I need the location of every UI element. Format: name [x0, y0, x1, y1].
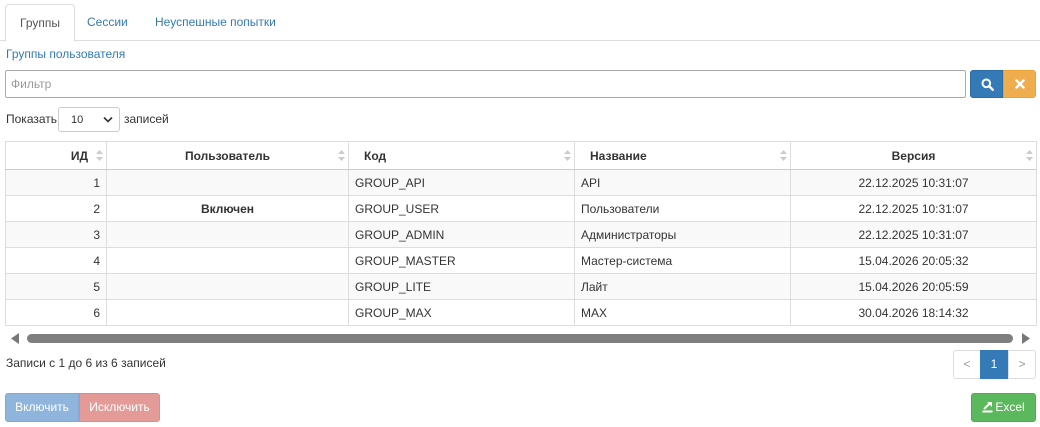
cell-name: API [574, 169, 791, 196]
pagination-prev-button[interactable]: < [953, 350, 981, 379]
excel-export-button[interactable]: Excel [971, 393, 1036, 422]
table-row[interactable]: 6 GROUP_MAX MAX 30.04.2026 18:14:32 [5, 299, 1037, 326]
length-label-after: записей [124, 112, 169, 126]
cell-user [106, 169, 349, 196]
cell-id: 2 [5, 195, 107, 222]
column-header-name[interactable]: Название [574, 141, 791, 170]
cell-code: GROUP_USER [348, 195, 575, 222]
clear-filter-button[interactable] [1003, 70, 1036, 98]
tab-groups[interactable]: Группы [5, 4, 75, 42]
cell-code: GROUP_API [348, 169, 575, 196]
cell-code: GROUP_LITE [348, 273, 575, 300]
cell-name: Лайт [574, 273, 791, 300]
cell-user [106, 299, 349, 326]
pagination-next-button[interactable]: > [1008, 350, 1036, 379]
length-label-before: Показать [6, 112, 58, 126]
groups-table: ИД Пользователь Код Название Версия 1 GR… [5, 141, 1037, 326]
column-header-id[interactable]: ИД [5, 141, 107, 170]
section-title-link[interactable]: Группы пользователя [6, 47, 125, 61]
tab-sessions[interactable]: Сессии [73, 4, 142, 41]
cell-id: 3 [5, 221, 107, 248]
horizontal-scrollbar[interactable] [5, 329, 1036, 348]
cell-name: Мастер-система [574, 247, 791, 274]
close-icon [1015, 79, 1025, 89]
cell-user [106, 221, 349, 248]
filter-input[interactable] [5, 70, 966, 98]
table-row[interactable]: 3 GROUP_ADMIN Администраторы 22.12.2025 … [5, 221, 1037, 248]
cell-name: Администраторы [574, 221, 791, 248]
cell-name: Пользователи [574, 195, 791, 222]
tab-bar: Группы Сессии Неуспешные попытки [0, 0, 1040, 42]
export-icon [982, 402, 993, 413]
cell-id: 5 [5, 273, 107, 300]
scroll-left-icon[interactable] [11, 333, 19, 344]
scroll-right-icon[interactable] [1022, 333, 1030, 344]
search-icon [981, 78, 994, 91]
table-row[interactable]: 4 GROUP_MASTER Мастер-система 15.04.2026… [5, 247, 1037, 274]
cell-version: 22.12.2025 10:31:07 [790, 221, 1037, 248]
page-length-select[interactable]: 10 [58, 107, 120, 132]
cell-name: MAX [574, 299, 791, 326]
cell-user [106, 273, 349, 300]
table-row[interactable]: 2 Включен GROUP_USER Пользователи 22.12.… [5, 195, 1037, 222]
sort-icon [338, 150, 345, 161]
table-row[interactable]: 1 GROUP_API API 22.12.2025 10:31:07 [5, 169, 1037, 196]
sort-icon [780, 150, 787, 161]
search-button[interactable] [970, 70, 1003, 98]
enable-button[interactable]: Включить [5, 393, 79, 422]
column-header-version[interactable]: Версия [790, 141, 1037, 170]
cell-user: Включен [106, 195, 349, 222]
cell-version: 15.04.2026 20:05:32 [790, 247, 1037, 274]
column-header-label: Название [590, 148, 647, 163]
page-length-value: 10 [71, 114, 84, 126]
excel-button-label: Excel [995, 400, 1025, 414]
cell-version: 15.04.2026 20:05:59 [790, 273, 1037, 300]
pagination-page-button[interactable]: 1 [980, 350, 1008, 379]
table-info: Записи с 1 до 6 из 6 записей [6, 356, 166, 370]
column-header-label: Версия [891, 148, 936, 163]
cell-id: 4 [5, 247, 107, 274]
chevron-down-icon [103, 116, 113, 123]
column-header-label: Пользователь [184, 148, 271, 163]
cell-code: GROUP_MAX [348, 299, 575, 326]
cell-version: 22.12.2025 10:31:07 [790, 195, 1037, 222]
column-header-code[interactable]: Код [348, 141, 575, 170]
sort-icon [564, 150, 571, 161]
table-row[interactable]: 5 GROUP_LITE Лайт 15.04.2026 20:05:59 [5, 273, 1037, 300]
cell-id: 6 [5, 299, 107, 326]
cell-version: 30.04.2026 18:14:32 [790, 299, 1037, 326]
cell-version: 22.12.2025 10:31:07 [790, 169, 1037, 196]
cell-user [106, 247, 349, 274]
sort-icon [96, 150, 103, 161]
column-header-user[interactable]: Пользователь [106, 141, 349, 170]
scrollbar-thumb[interactable] [27, 334, 1013, 343]
column-header-label: Код [364, 148, 387, 163]
disable-button[interactable]: Исключить [79, 393, 160, 422]
cell-id: 1 [5, 169, 107, 196]
cell-code: GROUP_ADMIN [348, 221, 575, 248]
cell-code: GROUP_MASTER [348, 247, 575, 274]
tab-failed-attempts[interactable]: Неуспешные попытки [141, 4, 290, 41]
sort-icon [1026, 150, 1033, 161]
